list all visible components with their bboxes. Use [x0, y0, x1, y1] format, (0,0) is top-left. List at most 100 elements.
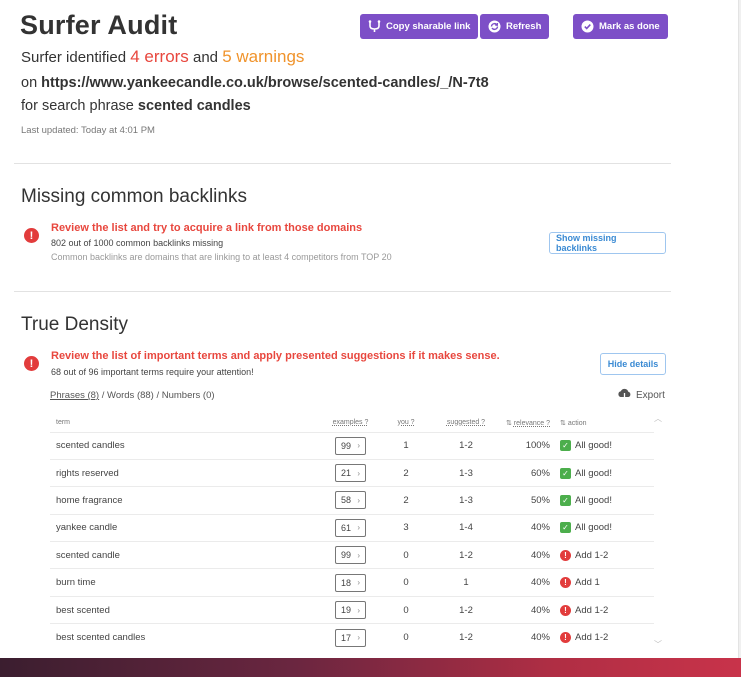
examples-button[interactable]: 21 › [335, 464, 366, 483]
examples-button[interactable]: 99 › [335, 436, 366, 455]
examples-cell: 99 › [325, 541, 376, 569]
action-cell: ✓ All good! [560, 486, 654, 515]
backlinks-alert-note: Common backlinks are domains that are li… [51, 252, 392, 262]
action-label: Add 1-2 [575, 632, 609, 644]
copy-link-button[interactable]: Copy sharable link [360, 14, 479, 39]
suggested-cell: 1-2 [436, 541, 496, 569]
section-divider [14, 163, 671, 164]
col-action[interactable]: ⇅ action [560, 414, 654, 432]
summary-prefix: Surfer identified [21, 49, 131, 66]
refresh-button[interactable]: Refresh [480, 14, 550, 39]
mark-as-done-button[interactable]: Mark as done [573, 14, 668, 39]
mark-as-done-label: Mark as done [599, 21, 660, 32]
chevron-right-icon: › [357, 633, 360, 643]
term-cell: best scented [50, 595, 325, 624]
filter-rest: / Words (88) / Numbers (0) [99, 390, 215, 401]
relevance-cell: 40% [496, 541, 560, 569]
col-examples[interactable]: examples ? [325, 414, 376, 432]
bottom-banner [0, 658, 741, 677]
section-divider [14, 291, 671, 292]
issues-summary: Surfer identified 4 errors and 5 warning… [21, 47, 304, 67]
filter-phrases-link[interactable]: Phrases (8) [50, 390, 99, 401]
action-cell: ! Add 1 [560, 568, 654, 597]
examples-button[interactable]: 61 › [335, 518, 366, 537]
examples-button[interactable]: 99 › [335, 546, 366, 565]
chevron-down-icon[interactable]: ﹀ [652, 640, 664, 650]
examples-cell: 99 › [325, 431, 376, 460]
examples-cell: 58 › [325, 486, 376, 515]
url-prefix: on [21, 75, 42, 91]
examples-button[interactable]: 18 › [335, 573, 366, 592]
relevance-cell: 40% [496, 568, 560, 597]
table-body: scented candles 99 › 1 1-2 100% ✓ All good! righ… [50, 431, 654, 650]
col-term: term [50, 414, 325, 432]
chevron-up-icon[interactable]: ︿ [652, 414, 664, 424]
refresh-icon [488, 20, 501, 33]
action-cell: ✓ All good! [560, 513, 654, 542]
examples-count: 21 [341, 468, 352, 479]
relevance-cell: 40% [496, 513, 560, 542]
error-icon: ! [560, 577, 571, 589]
error-icon: ! [560, 604, 571, 616]
examples-button[interactable]: 17 › [335, 628, 366, 647]
export-button[interactable]: Export [617, 388, 665, 403]
error-icon: ! [24, 228, 39, 243]
chevron-right-icon: › [357, 495, 360, 505]
relevance-cell: 40% [496, 623, 560, 650]
col-term-label: term [56, 419, 70, 427]
examples-button[interactable]: 58 › [335, 491, 366, 510]
check-icon: ✓ [560, 522, 571, 534]
warnings-count: 5 warnings [222, 47, 305, 66]
table-row: scented candles 99 › 1 1-2 100% ✓ All good! [50, 431, 654, 460]
you-cell: 2 [376, 458, 436, 487]
relevance-cell: 40% [496, 595, 560, 624]
examples-cell: 18 › [325, 568, 376, 597]
examples-cell: 61 › [325, 513, 376, 542]
table-row: best scented candles 17 › 0 1-2 40%! Add 1-2 [50, 623, 654, 650]
suggested-cell: 1 [436, 568, 496, 597]
error-icon: ! [560, 632, 571, 644]
col-you[interactable]: you ? [376, 414, 436, 432]
copy-link-label: Copy sharable link [386, 21, 471, 32]
suggested-cell: 1-2 [436, 623, 496, 650]
show-missing-backlinks-button[interactable]: Show missing backlinks [549, 232, 666, 254]
hide-details-button[interactable]: Hide details [600, 353, 666, 375]
table-row: rights reserved 21 › 2 1-3 60% ✓ All good! [50, 458, 654, 487]
audit-panel: Surfer Audit Copy sharable link Refresh … [0, 0, 739, 658]
refresh-label: Refresh [506, 21, 542, 32]
term-cell: rights reserved [50, 458, 325, 487]
table-row: best scented 19 › 0 1-2 40%! Add 1-2 [50, 595, 654, 624]
sort-icon: ⇅ [505, 419, 514, 427]
term-cell: scented candles [50, 431, 325, 460]
examples-count: 99 [341, 440, 352, 451]
action-label: All good! [575, 522, 612, 534]
density-heading: True Density [21, 314, 128, 335]
col-relevance-label: relevance ? [513, 419, 550, 427]
examples-count: 17 [341, 632, 352, 643]
term-cell: burn time [50, 568, 325, 597]
col-suggested[interactable]: suggested ? [436, 414, 496, 432]
you-cell: 0 [376, 541, 436, 569]
relevance-cell: 60% [496, 458, 560, 487]
url-value: https://www.yankeecandle.co.uk/browse/sc… [41, 75, 489, 91]
search-phrase: for search phrase scented candles [21, 98, 251, 114]
sort-icon: ⇅ [560, 419, 568, 427]
examples-button[interactable]: 19 › [335, 601, 366, 620]
chevron-right-icon: › [357, 578, 360, 588]
chevron-right-icon: › [357, 550, 360, 560]
examples-cell: 21 › [325, 458, 376, 487]
cloud-download-icon [617, 388, 632, 403]
suggested-cell: 1-3 [436, 458, 496, 487]
you-cell: 0 [376, 568, 436, 597]
last-updated: Last updated: Today at 4:01 PM [21, 125, 155, 136]
table-row: scented candle 99 › 0 1-2 40%! Add 1-2 [50, 541, 654, 569]
col-relevance[interactable]: ⇅ relevance ? [496, 414, 560, 432]
examples-cell: 19 › [325, 595, 376, 624]
examples-cell: 17 › [325, 623, 376, 650]
summary-mid: and [188, 49, 223, 66]
table-scrollbar[interactable]: ︿ ﹀ [652, 414, 664, 650]
examples-count: 19 [341, 605, 352, 616]
chevron-right-icon: › [357, 523, 360, 533]
col-suggested-label: suggested ? [446, 419, 486, 427]
term-cell: scented candle [50, 541, 325, 569]
